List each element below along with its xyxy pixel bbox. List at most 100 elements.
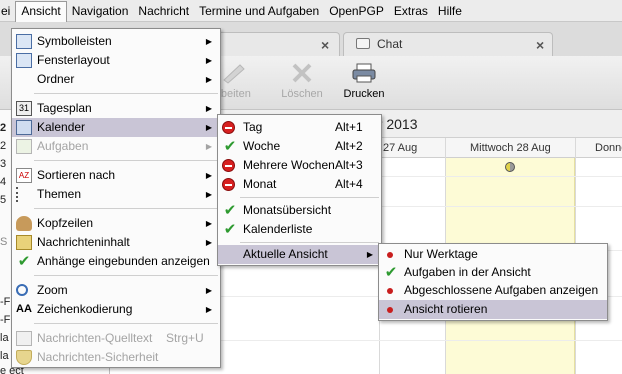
pencil-icon — [223, 64, 245, 84]
radio-dot-icon — [387, 252, 393, 258]
menu-item-shortcut: Strg+U — [166, 331, 204, 345]
edit-label: rbeiten — [217, 88, 251, 100]
day-header[interactable]: Donne — [595, 142, 622, 154]
menu-extras[interactable]: Extras — [389, 1, 433, 21]
menu-item-label: Nur Werktage — [404, 247, 478, 261]
menu-hilfe[interactable]: Hilfe — [433, 1, 467, 21]
menu-item-kopfzeilen[interactable]: Kopfzeilen ▶ — [12, 214, 220, 233]
left-pane-text: 2 — [0, 140, 7, 152]
menu-item-label: Woche — [243, 139, 281, 153]
menu-item-label: Zeichenkodierung — [37, 302, 133, 316]
menu-item-kalenderliste[interactable]: ✔ Kalenderliste — [218, 220, 381, 239]
day-header[interactable]: 27 Aug — [383, 142, 417, 154]
submenu-arrow-icon: ▶ — [205, 305, 212, 314]
toolbar-icon — [16, 34, 32, 49]
close-icon[interactable]: × — [536, 37, 544, 53]
menu-item-kalender[interactable]: Kalender ▶ — [12, 118, 220, 137]
left-pane-text: la — [0, 350, 9, 362]
submenu-arrow-icon: ▶ — [205, 123, 212, 132]
menu-item-zeichenkodierung[interactable]: AA Zeichenkodierung ▶ — [12, 300, 220, 319]
menu-item-symbolleisten[interactable]: Symbolleisten ▶ — [12, 32, 220, 51]
menu-item-shortcut: Alt+2 — [335, 139, 363, 153]
menu-termine[interactable]: Termine und Aufgaben — [194, 1, 324, 21]
menu-item-label: Kalender — [37, 120, 86, 134]
menu-item-nur-werktage[interactable]: Nur Werktage — [379, 245, 607, 264]
menu-ansicht[interactable]: Ansicht — [15, 0, 67, 22]
submenu-arrow-icon: ▶ — [205, 171, 212, 180]
menu-item-label: Aufgaben — [37, 139, 89, 153]
stop-icon — [222, 121, 235, 134]
menu-item-monat[interactable]: Monat Alt+4 — [218, 175, 381, 194]
menu-item-woche[interactable]: ✔ Woche Alt+2 — [218, 137, 381, 156]
menu-separator — [240, 242, 379, 243]
menu-separator — [34, 160, 218, 161]
menu-openpgp[interactable]: OpenPGP — [324, 1, 389, 21]
menu-item-label: Monat — [243, 177, 277, 191]
menu-nachricht[interactable]: Nachricht — [133, 1, 194, 21]
stop-icon — [222, 178, 235, 191]
menu-item-label: Zoom — [37, 283, 68, 297]
menu-item-mehrere-wochen[interactable]: Mehrere Wochen Alt+3 — [218, 156, 381, 175]
menu-item-nachrichteninhalt[interactable]: Nachrichteninhalt ▶ — [12, 233, 220, 252]
delete-icon — [292, 63, 312, 83]
print-button[interactable]: Drucken — [334, 62, 394, 100]
menu-item-tagesplan[interactable]: 31 Tagesplan ▶ — [12, 99, 220, 118]
menu-item-aufgaben-in-ansicht[interactable]: ✔ Aufgaben in der Ansicht — [379, 263, 607, 282]
check-icon: ✔ — [17, 253, 31, 270]
threads-icon — [16, 187, 32, 202]
menu-item-themen[interactable]: Themen ▶ — [12, 185, 220, 204]
menu-item-ansicht-rotieren[interactable]: Ansicht rotieren — [379, 300, 607, 319]
menu-item-label: Symbolleisten — [37, 34, 112, 48]
day-header[interactable]: Mittwoch 28 Aug — [470, 142, 551, 154]
menu-item-monatsuebersicht[interactable]: ✔ Monatsübersicht — [218, 201, 381, 220]
menu-item-shortcut: Alt+1 — [335, 120, 363, 134]
submenu-arrow-icon: ▶ — [205, 142, 212, 151]
close-icon[interactable]: × — [321, 37, 329, 53]
menu-item-shortcut: Alt+4 — [335, 177, 363, 191]
tab-chat[interactable]: Chat × — [343, 32, 553, 56]
tab-chat-label: Chat — [377, 37, 403, 51]
menu-item-label: Tagesplan — [37, 101, 92, 115]
menu-item-label: Ordner — [37, 72, 75, 86]
tasks-icon — [16, 139, 32, 154]
menu-item-quelltext[interactable]: Nachrichten-Quelltext Strg+U — [12, 329, 220, 348]
submenu-arrow-icon: ▶ — [366, 250, 373, 259]
menu-item-ordner[interactable]: Ordner ▶ — [12, 70, 220, 89]
menu-item-sortieren[interactable]: AZ Sortieren nach ▶ — [12, 166, 220, 185]
menu-item-label: Kalenderliste — [243, 222, 313, 236]
folder-icon — [16, 72, 32, 87]
submenu-arrow-icon: ▶ — [205, 190, 212, 199]
menu-item-tag[interactable]: Tag Alt+1 — [218, 118, 381, 137]
submenu-arrow-icon: ▶ — [205, 238, 212, 247]
menu-navigation[interactable]: Navigation — [67, 1, 134, 21]
check-icon: ✔ — [223, 202, 237, 219]
menu-separator — [240, 197, 379, 198]
menu-item-label: Aufgaben in der Ansicht — [404, 265, 531, 279]
delete-label: Löschen — [281, 88, 323, 100]
menu-separator — [34, 93, 218, 94]
menu-item-fensterlayout[interactable]: Fensterlayout ▶ — [12, 51, 220, 70]
calendar-icon — [16, 120, 32, 135]
menu-separator — [34, 323, 218, 324]
window-layout-icon — [16, 53, 32, 68]
menu-item-zoom[interactable]: Zoom ▶ — [12, 281, 220, 300]
menu-item-aufgaben[interactable]: Aufgaben ▶ — [12, 137, 220, 156]
menu-item-label: Aktuelle Ansicht — [243, 247, 328, 261]
menu-item-label: Nachrichten-Quelltext — [37, 331, 153, 345]
menu-item-label: Ansicht rotieren — [404, 302, 488, 316]
menu-item-sicherheit[interactable]: Nachrichten-Sicherheit — [12, 348, 220, 367]
menu-item-aktuelle-ansicht[interactable]: Aktuelle Ansicht ▶ — [218, 245, 381, 264]
menu-item-label: Anhänge eingebunden anzeigen — [37, 254, 210, 268]
menu-ei[interactable]: ei — [0, 1, 15, 21]
menu-separator — [34, 208, 218, 209]
day-planner-icon: 31 — [16, 101, 32, 116]
left-pane-text: 3 — [0, 158, 7, 170]
submenu-arrow-icon: ▶ — [205, 286, 212, 295]
menu-item-abgeschlossene-aufgaben[interactable]: Abgeschlossene Aufgaben anzeigen — [379, 281, 607, 300]
printer-icon — [352, 63, 376, 83]
check-icon: ✔ — [223, 221, 237, 238]
menu-item-anhaenge[interactable]: ✔ Anhänge eingebunden anzeigen — [12, 252, 220, 271]
delete-button[interactable]: Löschen — [272, 62, 332, 100]
menu-item-label: Kopfzeilen — [37, 216, 94, 230]
menu-item-label: Nachrichteninhalt — [37, 235, 130, 249]
